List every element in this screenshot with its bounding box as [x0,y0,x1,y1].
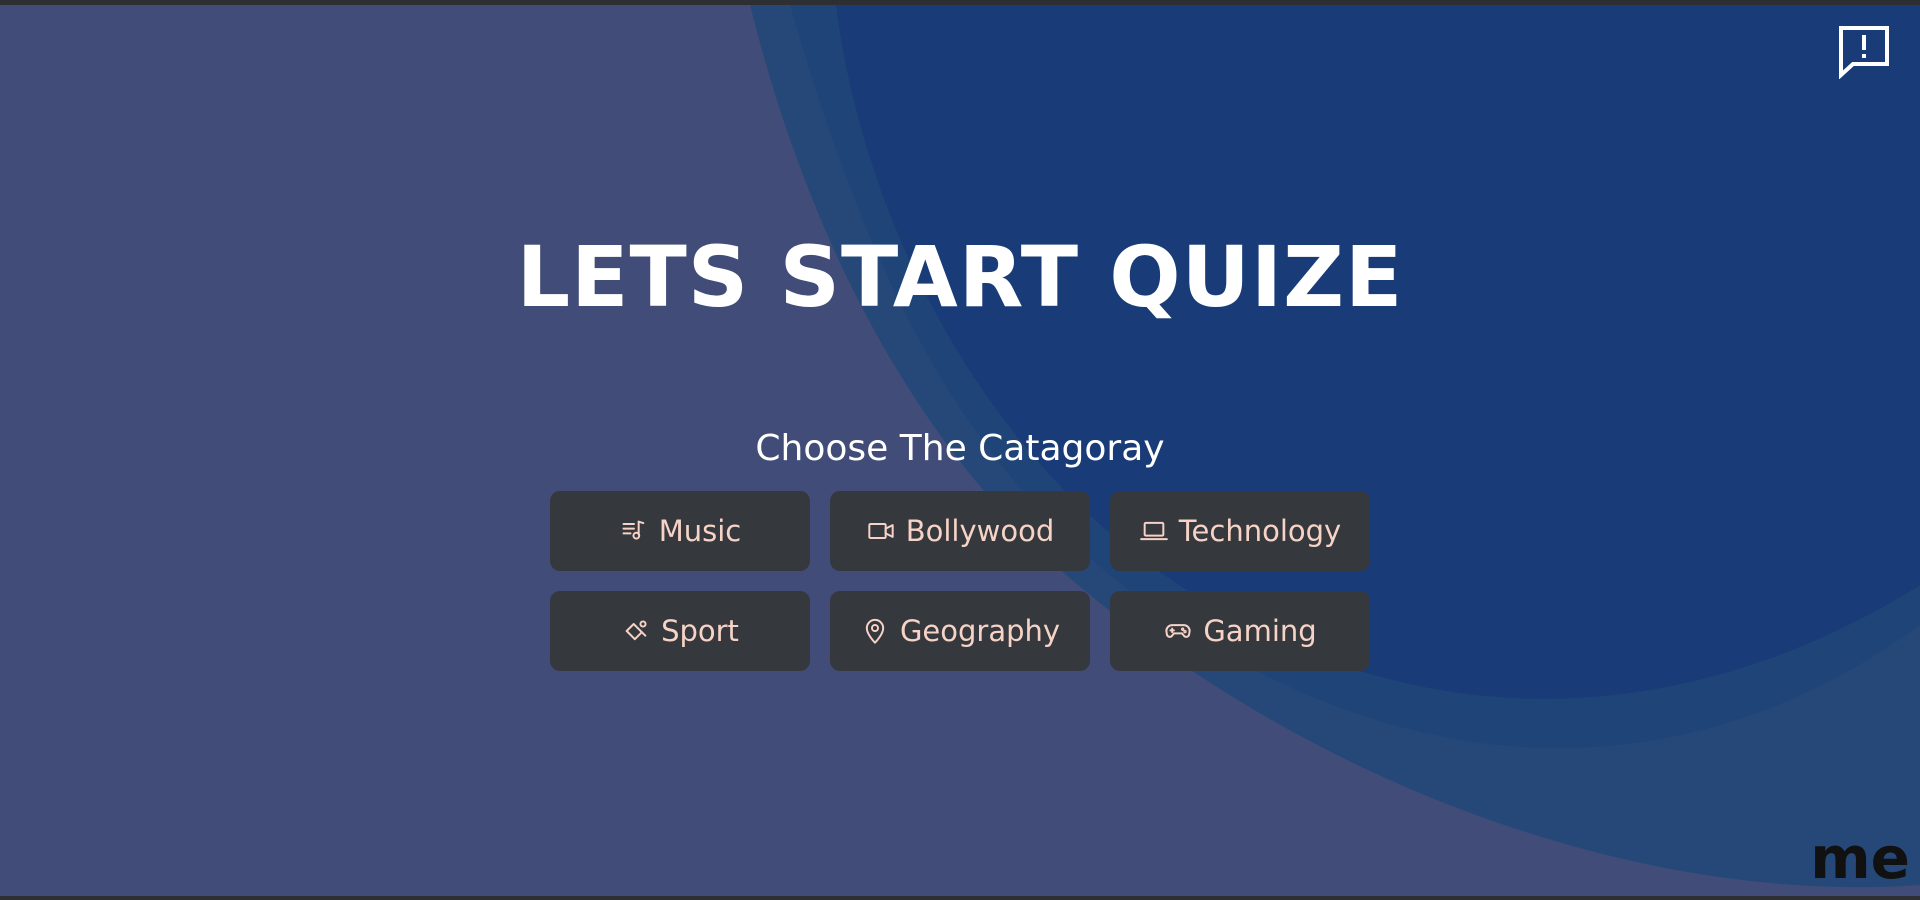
gamepad-icon [1163,616,1193,646]
video-camera-icon [866,516,896,546]
sport-label: Sport [661,614,739,648]
music-list-icon [619,516,649,546]
category-grid: Music Bollywood Technology Sport Geograp… [550,491,1370,671]
sport-button[interactable]: Sport [550,591,810,671]
bollywood-label: Bollywood [905,514,1055,548]
technology-button[interactable]: Technology [1110,491,1370,571]
music-label: Music [658,514,742,548]
quiz-start-page: LETS START QUIZE Choose The Catagoray Mu… [0,5,1920,896]
map-pin-icon [860,616,890,646]
bollywood-button[interactable]: Bollywood [830,491,1090,571]
brand-logo: me [1810,824,1910,892]
gaming-button[interactable]: Gaming [1110,591,1370,671]
feedback-icon [1839,26,1889,80]
laptop-icon [1139,516,1169,546]
gaming-label: Gaming [1203,614,1317,648]
technology-label: Technology [1178,514,1342,548]
geography-button[interactable]: Geography [830,591,1090,671]
bat-ball-icon [621,616,651,646]
music-button[interactable]: Music [550,491,810,571]
geography-label: Geography [899,614,1061,648]
category-prompt: Choose The Catagoray [755,428,1165,469]
page-title: LETS START QUIZE [516,228,1404,326]
feedback-button[interactable] [1836,23,1892,80]
